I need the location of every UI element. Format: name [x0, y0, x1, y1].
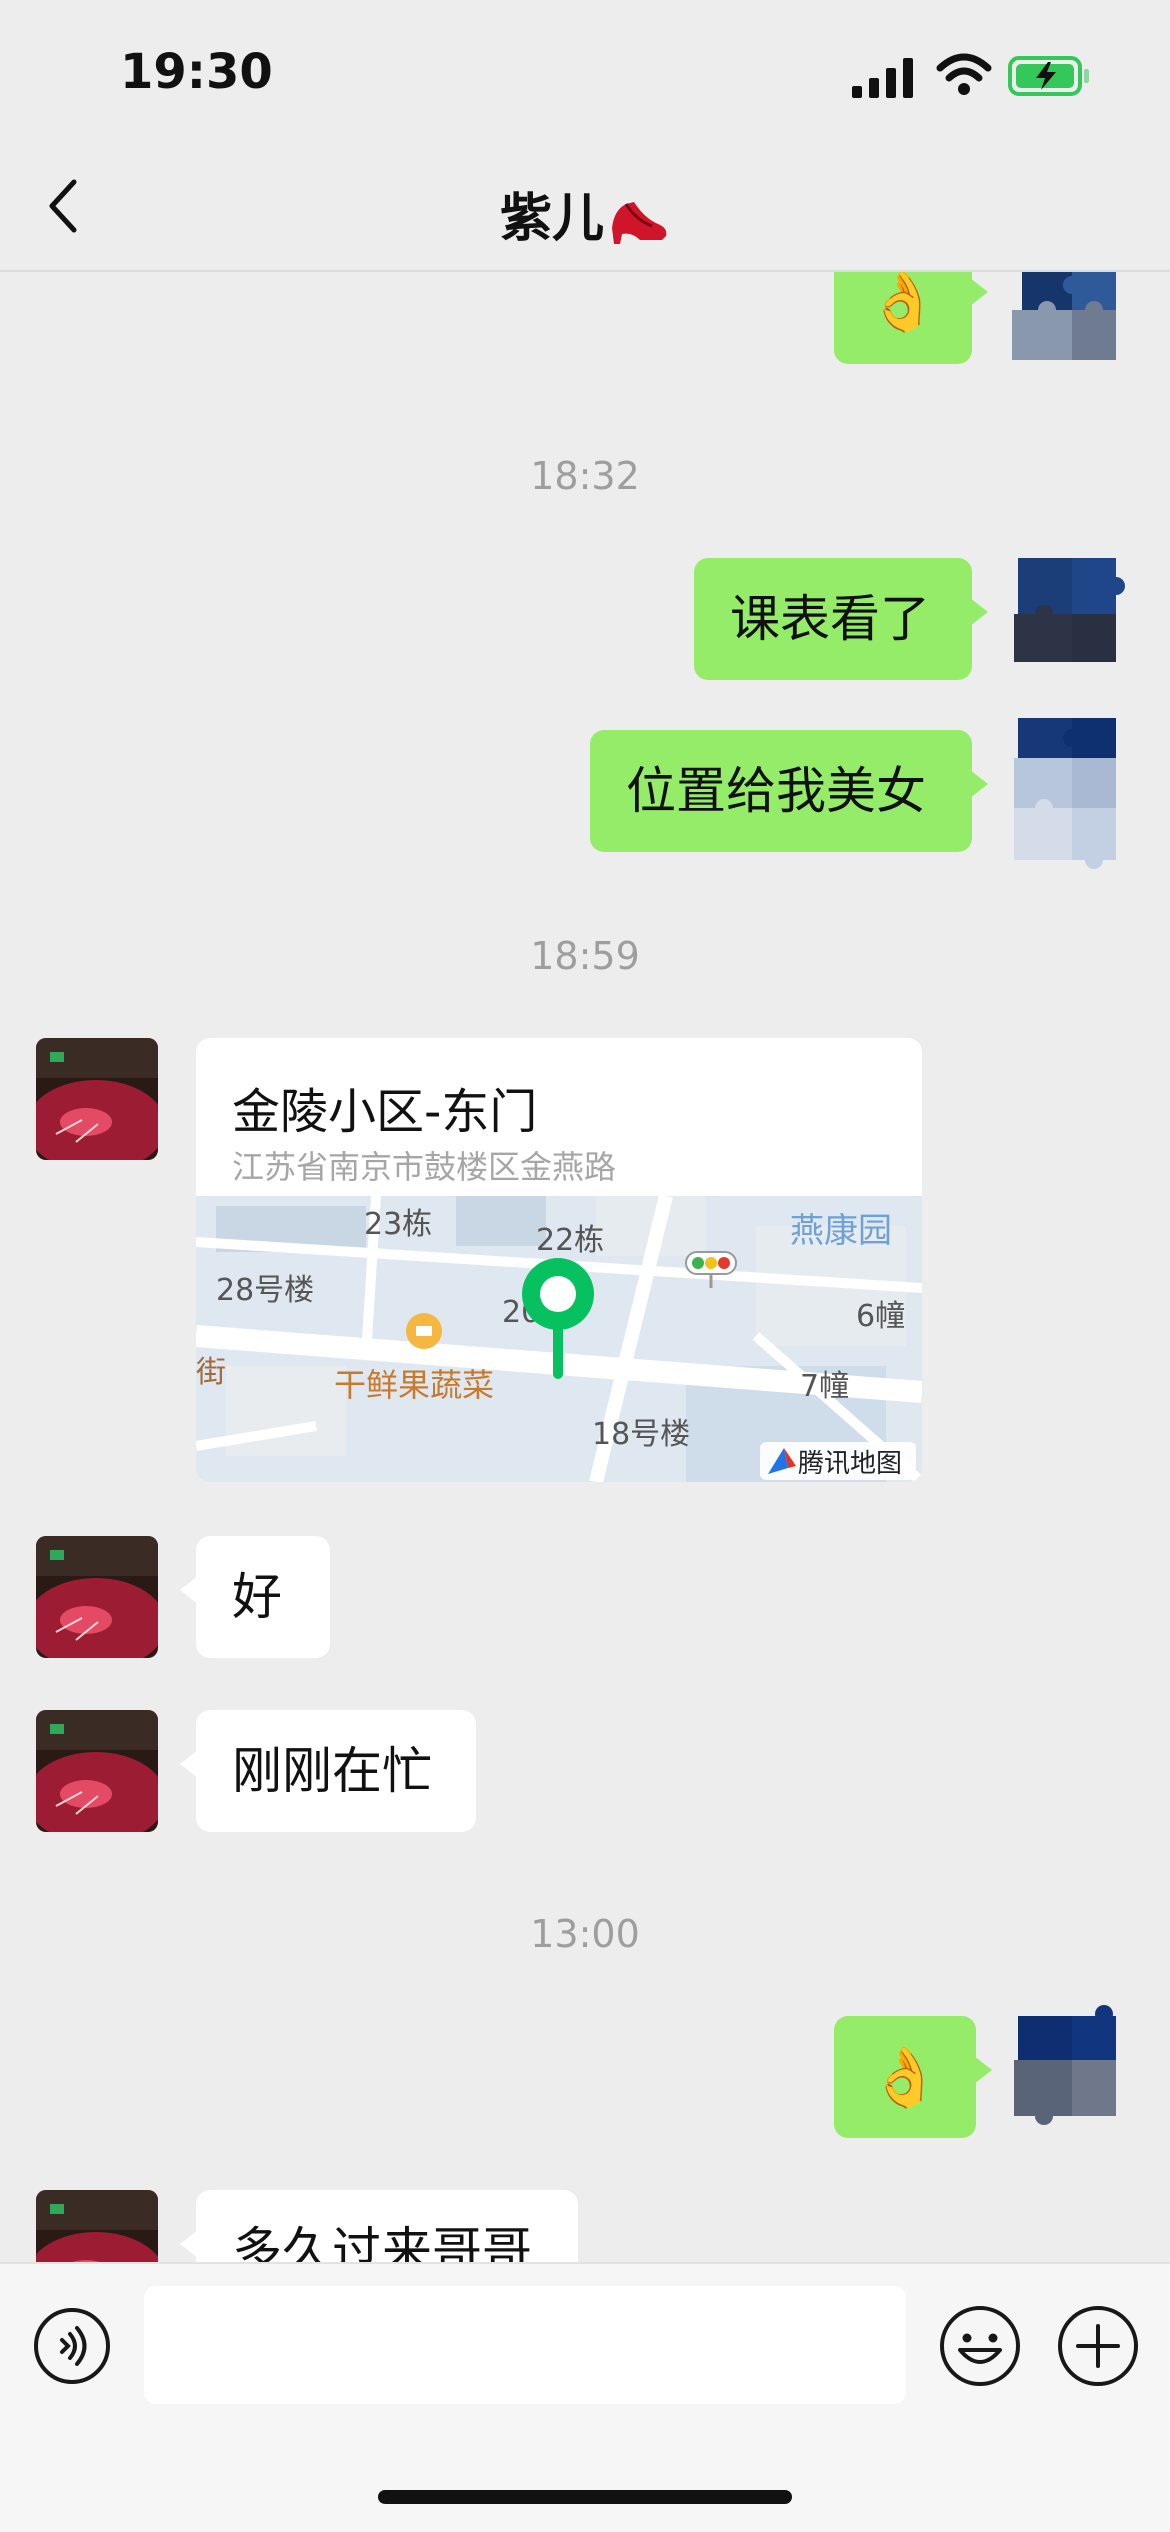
high-heel-icon	[612, 202, 667, 244]
map-label: 7幢	[800, 1369, 849, 1404]
contact-name: 紫儿	[499, 189, 604, 249]
my-avatar[interactable]	[1004, 552, 1126, 674]
received-message-bubble[interactable]: 好	[180, 1536, 330, 1658]
timestamp: 18:32	[530, 454, 640, 498]
contact-photo-icon	[36, 1536, 158, 1658]
sent-emoji-bubble[interactable]: 👌	[834, 272, 988, 364]
message-clip: 多久过来哥哥	[0, 2180, 1170, 2262]
puzzle-avatar-icon	[1004, 2000, 1126, 2136]
wifi-icon	[936, 53, 992, 95]
map-label: 28号楼	[216, 1273, 314, 1308]
sent-message-bubble[interactable]: 课表看了	[694, 558, 988, 680]
message-text: 好	[232, 1568, 282, 1626]
contact-avatar[interactable]	[36, 1038, 158, 1160]
my-avatar[interactable]	[1004, 704, 1126, 878]
sent-emoji-bubble[interactable]: 👌	[834, 2016, 992, 2138]
location-map[interactable]: 23栋 22栋 燕康园 28号楼 6幢 街 干鲜果蔬菜 7幢 18号楼 20 腾…	[196, 1196, 922, 1482]
ok-hand-icon: 👌	[866, 272, 940, 335]
voice-input-icon[interactable]	[32, 2306, 112, 2386]
battery-charging-icon	[1008, 56, 1089, 96]
received-message-bubble[interactable]: 多久过来哥哥	[180, 2190, 578, 2262]
ok-hand-icon: 👌	[868, 2043, 942, 2111]
message-text: 课表看了	[730, 590, 930, 648]
map-label: 18号楼	[592, 1417, 690, 1452]
emoji-icon[interactable]	[938, 2304, 1022, 2388]
home-indicator	[378, 2490, 792, 2504]
contact-avatar[interactable]	[36, 1710, 158, 1832]
contact-photo-icon	[36, 1710, 158, 1832]
map-label: 6幢	[856, 1299, 905, 1334]
message-text: 位置给我美女	[626, 762, 926, 820]
map-label: 干鲜果蔬菜	[334, 1366, 494, 1404]
map-label: 燕康园	[790, 1211, 892, 1251]
message-text: 多久过来哥哥	[232, 2222, 532, 2262]
puzzle-avatar-icon	[1004, 704, 1126, 878]
location-card[interactable]: 金陵小区-东门 江苏省南京市鼓楼区金燕路 23栋 22栋 燕康园 28号楼 6幢…	[196, 1038, 922, 1482]
location-address: 江苏省南京市鼓楼区金燕路	[232, 1148, 617, 1186]
plus-icon[interactable]	[1056, 2304, 1140, 2388]
map-label: 22栋	[536, 1223, 604, 1258]
map-attribution: 腾讯地图	[798, 1449, 902, 1479]
contact-avatar[interactable]	[36, 1536, 158, 1658]
map-label: 23栋	[364, 1207, 432, 1242]
status-time: 19:30	[120, 44, 273, 100]
sent-message-bubble[interactable]: 位置给我美女	[590, 730, 988, 852]
my-avatar[interactable]	[1004, 2000, 1126, 2136]
message-clip: 👌	[0, 272, 1170, 392]
message-input[interactable]	[144, 2286, 906, 2404]
contact-avatar[interactable]	[36, 2190, 158, 2262]
puzzle-avatar-icon	[1004, 552, 1126, 674]
my-avatar[interactable]	[1004, 272, 1126, 372]
timestamp: 13:00	[530, 1912, 640, 1956]
puzzle-avatar-icon	[1004, 272, 1126, 372]
location-title: 金陵小区-东门	[232, 1084, 538, 1140]
received-message-bubble[interactable]: 刚刚在忙	[180, 1710, 476, 1832]
map-label: 街	[196, 1355, 226, 1390]
cellular-signal-icon	[852, 58, 913, 98]
chat-title: 紫儿	[0, 176, 1170, 251]
contact-photo-icon	[36, 1038, 158, 1160]
message-text: 刚刚在忙	[232, 1742, 432, 1800]
contact-photo-icon	[36, 2190, 158, 2262]
timestamp: 18:59	[530, 934, 640, 978]
